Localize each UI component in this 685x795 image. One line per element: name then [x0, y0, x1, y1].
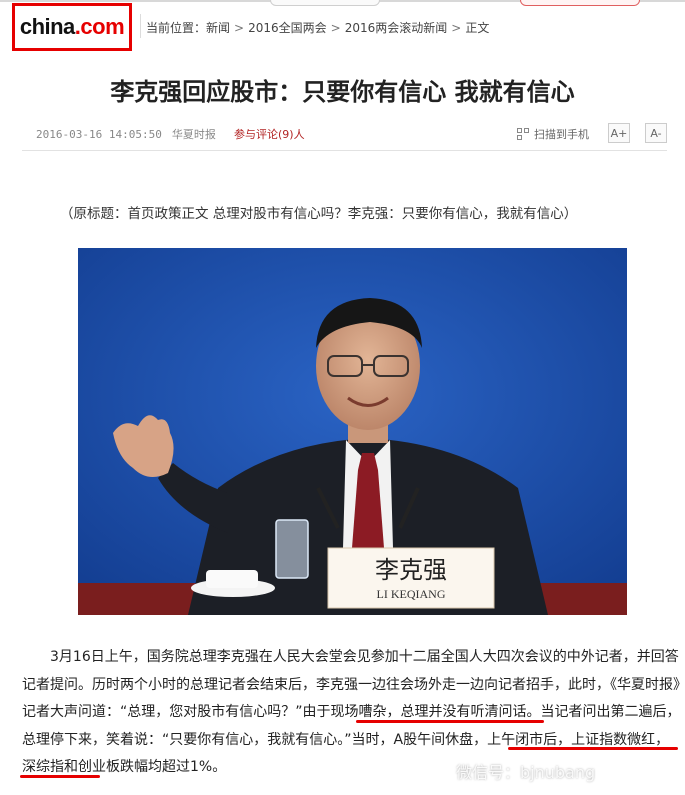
article-photo: 李克强 LI KEQIANG: [78, 248, 627, 615]
scan-to-phone-label: 扫描到手机: [534, 128, 589, 141]
browser-tab-edge[interactable]: [270, 0, 380, 6]
scan-to-phone-button[interactable]: 扫描到手机: [517, 126, 589, 142]
site-logo[interactable]: china.com: [12, 3, 132, 51]
nameplate-chinese: 李克强: [375, 556, 447, 584]
nameplate-english: LI KEQIANG: [377, 587, 446, 601]
browser-tab-edge-active[interactable]: [520, 0, 640, 6]
wechat-watermark: 微信号：bjnubang: [456, 763, 596, 782]
article-meta: 2016-03-16 14:05:50 华夏时报: [36, 126, 216, 142]
font-decrease-button[interactable]: A-: [645, 123, 667, 143]
breadcrumb-current: 正文: [465, 21, 490, 35]
logo-text-china: china: [19, 14, 75, 39]
breadcrumb-separator: >: [330, 21, 341, 35]
highlight-underline: [356, 720, 544, 723]
breadcrumb-link-rolling-news[interactable]: 2016两会滚动新闻: [345, 21, 448, 35]
photo-illustration: 李克强 LI KEQIANG: [78, 248, 627, 615]
article-datetime: 2016-03-16 14:05:50: [36, 128, 162, 141]
font-increase-button[interactable]: A+: [608, 123, 630, 143]
breadcrumb-link-lianghui[interactable]: 2016全国两会: [248, 21, 327, 35]
original-title: （原标题：首页政策正文 总理对股市有信心吗？李克强：只要你有信心，我就有信心）: [60, 206, 578, 222]
highlight-underline: [508, 747, 678, 750]
comments-link[interactable]: 参与评论(9)人: [234, 126, 305, 142]
logo-divider: [140, 14, 141, 38]
logo-text-com: com: [80, 14, 125, 39]
breadcrumb-separator: >: [234, 21, 245, 35]
breadcrumb-separator: >: [451, 21, 462, 35]
breadcrumb: 当前位置：新闻 >2016全国两会 >2016两会滚动新闻 > 正文: [146, 19, 489, 36]
breadcrumb-prefix: 当前位置：: [146, 21, 207, 35]
breadcrumb-link-news[interactable]: 新闻: [206, 21, 230, 35]
article-source[interactable]: 华夏时报: [172, 128, 216, 141]
article-title: 李克强回应股市：只要你有信心 我就有信心: [110, 78, 575, 106]
qr-code-icon: [517, 127, 530, 141]
meta-divider: [22, 150, 667, 151]
top-bar: china.com 当前位置：新闻 >2016全国两会 >2016两会滚动新闻 > 正文: [0, 0, 685, 52]
highlight-underline: [20, 775, 100, 778]
